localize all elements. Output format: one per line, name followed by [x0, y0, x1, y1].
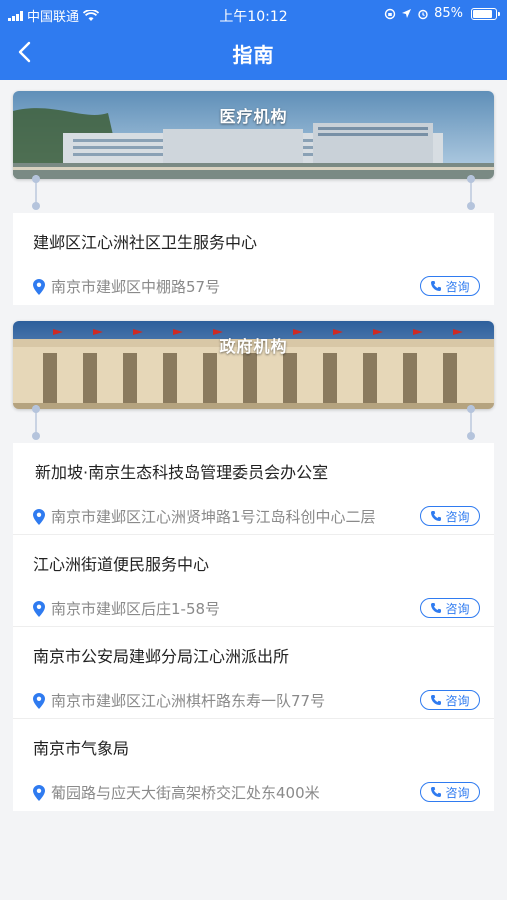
binder-rings — [13, 405, 494, 443]
consult-label: 咨询 — [445, 601, 470, 616]
consult-label: 咨询 — [445, 279, 470, 294]
consult-label: 咨询 — [445, 509, 470, 524]
phone-icon — [431, 281, 442, 291]
address-text: 南京市建邺区江心洲贤坤路1号江岛科创中心二层 — [51, 508, 376, 526]
banner-government: 政府机构 — [13, 321, 494, 409]
list-item[interactable]: 江心洲街道便民服务中心 南京市建邺区后庄1-58号 咨询 — [13, 535, 494, 627]
battery-percent: 85% — [434, 6, 463, 21]
institution-address: 南京市建邺区中棚路57号 — [33, 276, 433, 297]
location-pin-icon — [33, 278, 45, 295]
institution-name: 江心洲街道便民服务中心 — [33, 555, 210, 574]
consult-button[interactable]: 咨询 — [420, 276, 480, 296]
banner-medical: 医疗机构 — [13, 91, 494, 179]
institution-list: 建邺区江心洲社区卫生服务中心 南京市建邺区中棚路57号 咨询 — [13, 213, 494, 305]
status-bar: 中国联通 上午10:12 85% — [0, 0, 507, 28]
phone-icon — [431, 787, 442, 797]
location-icon — [402, 9, 412, 18]
consult-button[interactable]: 咨询 — [420, 506, 480, 526]
institution-list: 新加坡·南京生态科技岛管理委员会办公室 南京市建邺区江心洲贤坤路1号江岛科创中心… — [13, 443, 494, 811]
consult-button[interactable]: 咨询 — [420, 598, 480, 618]
location-pin-icon — [33, 508, 45, 525]
section-title: 政府机构 — [219, 337, 288, 356]
ring-icon — [31, 175, 41, 215]
institution-address: 南京市建邺区江心洲棋杆路东寿一队77号 — [33, 690, 433, 711]
list-item[interactable]: 建邺区江心洲社区卫生服务中心 南京市建邺区中棚路57号 咨询 — [13, 213, 494, 305]
location-pin-icon — [33, 692, 45, 709]
institution-address: 南京市建邺区江心洲贤坤路1号江岛科创中心二层 — [33, 506, 433, 527]
institution-name: 南京市气象局 — [33, 739, 130, 758]
address-text: 南京市建邺区江心洲棋杆路东寿一队77号 — [51, 692, 326, 710]
institution-name: 新加坡·南京生态科技岛管理委员会办公室 — [35, 463, 329, 482]
list-item[interactable]: 南京市气象局 葡园路与应天大街高架桥交汇处东400米 咨询 — [13, 719, 494, 811]
list-item[interactable]: 南京市公安局建邺分局江心洲派出所 南京市建邺区江心洲棋杆路东寿一队77号 咨询 — [13, 627, 494, 719]
list-item[interactable]: 新加坡·南京生态科技岛管理委员会办公室 南京市建邺区江心洲贤坤路1号江岛科创中心… — [13, 443, 494, 535]
consult-button[interactable]: 咨询 — [420, 690, 480, 710]
section-title: 医疗机构 — [219, 107, 288, 126]
phone-icon — [431, 603, 442, 613]
phone-icon — [431, 511, 442, 521]
page-title: 指南 — [232, 43, 275, 67]
institution-address: 南京市建邺区后庄1-58号 — [33, 598, 433, 619]
alarm-icon — [418, 9, 428, 19]
location-pin-icon — [33, 784, 45, 801]
consult-label: 咨询 — [445, 785, 470, 800]
header: 中国联通 上午10:12 85% 指南 — [0, 0, 507, 80]
rotation-lock-icon — [384, 8, 396, 19]
section-medical: 医疗机构 建邺区江心洲社区卫生服务中心 南京市建邺区中棚路57号 咨询 — [13, 91, 494, 305]
phone-icon — [431, 695, 442, 705]
nav-bar: 指南 — [0, 30, 507, 76]
address-text: 南京市建邺区中棚路57号 — [51, 278, 221, 296]
battery-icon — [471, 7, 500, 20]
institution-name: 建邺区江心洲社区卫生服务中心 — [33, 233, 258, 252]
institution-address: 葡园路与应天大街高架桥交汇处东400米 — [33, 782, 433, 803]
consult-button[interactable]: 咨询 — [420, 782, 480, 802]
ring-icon — [31, 405, 41, 445]
ring-icon — [466, 175, 476, 215]
address-text: 葡园路与应天大街高架桥交汇处东400米 — [51, 784, 320, 802]
institution-name: 南京市公安局建邺分局江心洲派出所 — [33, 647, 290, 666]
ring-icon — [466, 405, 476, 445]
binder-rings — [13, 175, 494, 213]
section-government: 政府机构 新加坡·南京生态科技岛管理委员会办公室 南京市建邺区江心洲贤坤路1号江… — [13, 321, 494, 811]
address-text: 南京市建邺区后庄1-58号 — [51, 600, 221, 618]
consult-label: 咨询 — [445, 693, 470, 708]
location-pin-icon — [33, 600, 45, 617]
